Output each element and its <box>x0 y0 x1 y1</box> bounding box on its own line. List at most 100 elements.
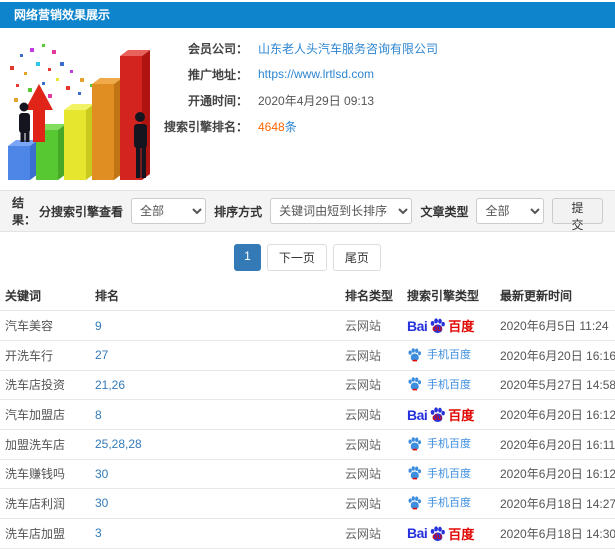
rank-link[interactable]: 27 <box>95 348 108 362</box>
update-time-cell: 2020年6月18日 14:30 <box>495 517 615 549</box>
rank-link[interactable]: 9 <box>95 319 102 333</box>
keyword-cell: 洗车店利润 <box>0 488 90 518</box>
mobile-baidu-label: 手机百度 <box>427 378 471 391</box>
bar-chart-clipart-icon <box>8 44 150 180</box>
rank-count-unit: 条 <box>284 119 297 134</box>
header-rank: 排名 <box>95 289 120 303</box>
engine-cell: Bai du 百度 <box>402 488 495 518</box>
engine-filter-label: 分搜索引擎查看 <box>38 204 123 219</box>
mobile-baidu-paw-icon <box>408 495 421 509</box>
engine-cell: Bai du 百度 <box>402 340 495 370</box>
field-promo-url: 推广地址： https://www.lrtlsd.com <box>162 64 615 84</box>
header-engine-type: 搜索引擎类型 <box>407 289 480 303</box>
baidu-logo-du-text: du <box>432 531 443 541</box>
baidu-logo-bai-text: Bai <box>407 317 428 334</box>
update-time-cell: 2020年6月20日 16:16 <box>495 340 615 370</box>
keyword-cell: 洗车店投资 <box>0 369 90 400</box>
engine-cell: Bai du 百度 <box>402 517 495 549</box>
baidu-logo: Bai du 百度 <box>407 524 474 543</box>
mobile-baidu-paw-icon <box>408 347 421 361</box>
rank-type-cell: 云网站 <box>340 429 402 459</box>
baidu-logo-bai-text: Bai <box>407 525 428 541</box>
mobile-baidu-paw-icon <box>408 466 421 480</box>
rank-cell: 9 <box>90 310 340 341</box>
ranking-table: 关键词 排名 排名类型 搜索引擎类型 最新更新时间 汽车美容 9 云网站 Bai <box>0 281 615 549</box>
engine-cell: Bai du 百度 <box>402 458 495 489</box>
result-label: 结果： <box>12 196 37 227</box>
header-keyword: 关键词 <box>5 289 42 303</box>
rank-type-cell: 云网站 <box>340 458 402 489</box>
mobile-baidu-badge: 手机百度 <box>407 494 471 510</box>
baidu-logo-cn-text: 百度 <box>448 319 475 334</box>
account-info-fields: 会员公司： 山东老人头汽车服务咨询有限公司 推广地址： https://www.… <box>162 28 615 190</box>
rank-count-number: 4648 <box>258 119 285 134</box>
update-time-cell: 2020年5月27日 14:58 <box>495 369 615 400</box>
rank-link[interactable]: 21,26 <box>95 378 125 392</box>
engine-filter-select[interactable]: 全部 <box>130 198 207 224</box>
promo-url-label: 推广地址： <box>187 67 248 82</box>
rank-link[interactable]: 30 <box>95 496 108 510</box>
rank-count-value: 4648条 <box>258 118 297 135</box>
update-time-cell: 2020年6月5日 11:24 <box>495 310 615 341</box>
keyword-cell: 洗车店加盟 <box>0 517 90 549</box>
mobile-baidu-label: 手机百度 <box>427 497 471 509</box>
account-info-section: 会员公司： 山东老人头汽车服务咨询有限公司 推广地址： https://www.… <box>0 28 615 190</box>
update-time-cell: 2020年6月18日 14:27 <box>495 488 615 518</box>
baidu-paw-icon: du <box>429 406 446 423</box>
rank-cell: 27 <box>90 340 340 370</box>
field-rank-count: 搜索引擎排名： 4648条 <box>162 116 615 136</box>
baidu-logo: Bai du 百度 <box>407 316 474 335</box>
table-row: 加盟洗车店 25,28,28 云网站 Bai du 百度 <box>0 429 615 459</box>
last-page-button[interactable]: 尾页 <box>332 244 381 271</box>
rank-count-label: 搜索引擎排名： <box>163 119 248 134</box>
engine-cell: Bai du 百度 <box>402 429 495 459</box>
table-header-row: 关键词 排名 排名类型 搜索引擎类型 最新更新时间 <box>0 281 615 311</box>
field-company: 会员公司： 山东老人头汽车服务咨询有限公司 <box>162 38 615 58</box>
open-time-label: 开通时间： <box>187 93 248 108</box>
keyword-cell: 汽车加盟店 <box>0 399 90 430</box>
promo-url-link[interactable]: https://www.lrtlsd.com <box>258 67 374 81</box>
filter-bar: 结果： 分搜索引擎查看 全部 排序方式 关键词由短到长排序 文章类型 全部 提交 <box>0 190 615 232</box>
table-row: 开洗车行 27 云网站 Bai du 百度 <box>0 340 615 370</box>
company-link[interactable]: 山东老人头汽车服务咨询有限公司 <box>258 40 438 57</box>
table-row: 洗车赚钱吗 30 云网站 Bai du 百度 <box>0 458 615 489</box>
submit-button[interactable]: 提交 <box>551 198 603 232</box>
mobile-baidu-label: 手机百度 <box>427 467 471 480</box>
page-button-1[interactable]: 1 <box>234 244 261 271</box>
engine-cell: Bai du 百度 <box>402 310 495 341</box>
baidu-logo: Bai du 百度 <box>407 405 474 424</box>
next-page-button[interactable]: 下一页 <box>266 244 327 271</box>
page-title: 网络营销效果展示 <box>14 8 111 22</box>
article-type-select[interactable]: 全部 <box>476 198 544 224</box>
keyword-cell: 洗车赚钱吗 <box>0 458 90 489</box>
mobile-baidu-paw-icon <box>408 377 421 391</box>
baidu-paw-icon: du <box>429 525 446 542</box>
header-rank-type: 排名类型 <box>345 289 394 303</box>
mobile-baidu-badge: 手机百度 <box>407 435 471 451</box>
keyword-cell: 加盟洗车店 <box>0 429 90 459</box>
rank-cell: 25,28,28 <box>90 429 340 459</box>
update-time-cell: 2020年6月20日 16:11 <box>495 429 615 459</box>
baidu-logo-cn-text: 百度 <box>448 408 475 423</box>
rank-link[interactable]: 30 <box>95 467 108 481</box>
update-time-cell: 2020年6月20日 16:12 <box>495 458 615 489</box>
baidu-paw-icon: du <box>429 317 446 334</box>
rank-cell: 30 <box>90 458 340 489</box>
rank-type-cell: 云网站 <box>340 310 402 341</box>
mobile-baidu-paw-icon <box>408 436 421 450</box>
rank-link[interactable]: 25,28,28 <box>95 437 142 451</box>
rank-type-cell: 云网站 <box>340 340 402 370</box>
baidu-logo-du-text: du <box>432 413 443 422</box>
engine-cell: Bai du 百度 <box>402 399 495 430</box>
rank-cell: 21,26 <box>90 369 340 400</box>
rank-link[interactable]: 8 <box>95 408 102 422</box>
rank-link[interactable]: 3 <box>95 526 102 540</box>
rank-type-cell: 云网站 <box>340 369 402 400</box>
header-update-time: 最新更新时间 <box>500 289 573 303</box>
table-row: 洗车店利润 30 云网站 Bai du 百度 <box>0 488 615 518</box>
rank-cell: 3 <box>90 517 340 549</box>
sort-label: 排序方式 <box>214 204 263 219</box>
field-open-time: 开通时间： 2020年4月29日 09:13 <box>162 90 615 110</box>
sort-select[interactable]: 关键词由短到长排序 <box>270 198 413 224</box>
mobile-baidu-badge: 手机百度 <box>407 465 471 481</box>
